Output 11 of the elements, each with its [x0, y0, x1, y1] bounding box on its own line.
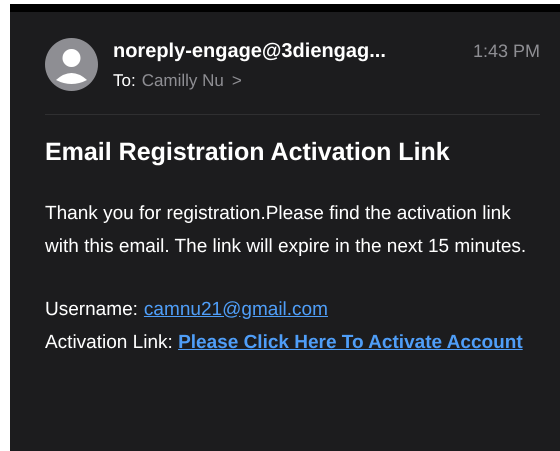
email-subject: Email Registration Activation Link [45, 136, 451, 168]
recipient-link[interactable]: Camilly Nu > [142, 68, 242, 94]
username-link[interactable]: camnu21@gmail.com [144, 292, 328, 326]
activation-label: Activation Link: [45, 332, 173, 352]
activation-link[interactable]: Please Click Here To Activate Account [178, 332, 523, 352]
avatar-icon [45, 38, 98, 92]
sender-address: noreply-engage@3diengag... [113, 39, 386, 64]
email-body: Thank you for registration.Please find the activation link with this email. The link will expire in the next 15 minutes. [45, 202, 528, 258]
username-label: Username: [45, 298, 138, 322]
time-label: 1:43 PM [472, 40, 540, 63]
to-label: To: [113, 70, 136, 92]
